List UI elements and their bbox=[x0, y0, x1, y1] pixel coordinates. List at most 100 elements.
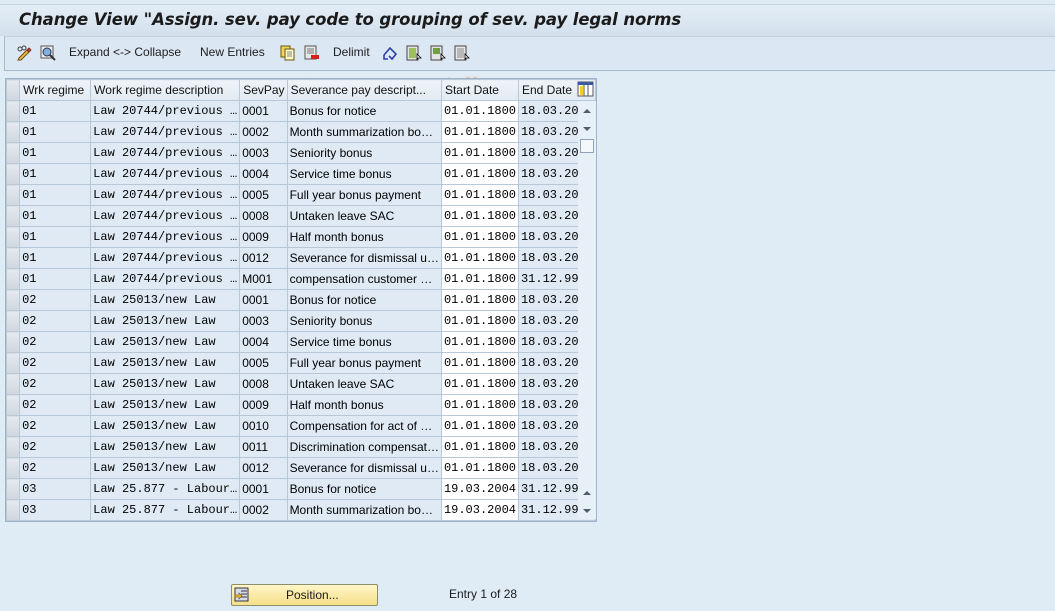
position-button-label: Position... bbox=[286, 588, 339, 602]
vertical-scrollbar[interactable] bbox=[578, 101, 596, 519]
cell-start-date[interactable]: 01.01.1800 bbox=[440, 331, 519, 353]
row-selector-button[interactable] bbox=[5, 331, 21, 353]
cell-start-date[interactable]: 01.01.1800 bbox=[440, 436, 519, 458]
cell-work-regime-description: Law 20744/previous … bbox=[90, 121, 241, 143]
table-row: 01 Law 20744/previous … 0003 Seniority bonu… bbox=[5, 142, 597, 164]
cell-start-date[interactable]: 01.01.1800 bbox=[440, 268, 519, 290]
cell-severance-pay-description: compensation customer … bbox=[286, 268, 442, 290]
row-selector-button[interactable] bbox=[5, 352, 21, 374]
select-all-rows-button[interactable] bbox=[5, 79, 21, 101]
scrollbar-thumb[interactable] bbox=[580, 139, 594, 153]
cell-wrk-regime: 01 bbox=[19, 142, 92, 164]
cell-wrk-regime: 02 bbox=[19, 331, 92, 353]
entry-counter: Entry 1 of 28 bbox=[449, 587, 518, 601]
cell-severance-pay-description: Service time bonus bbox=[286, 163, 442, 185]
cell-wrk-regime: 03 bbox=[19, 478, 92, 500]
row-selector-button[interactable] bbox=[5, 436, 21, 458]
details-magnifier-icon[interactable] bbox=[40, 45, 56, 61]
cell-start-date[interactable]: 01.01.1800 bbox=[440, 415, 519, 437]
cell-start-date[interactable]: 01.01.1800 bbox=[440, 142, 519, 164]
cell-sevpay: 0009 bbox=[239, 394, 288, 416]
select-all-icon[interactable] bbox=[406, 45, 422, 61]
cell-work-regime-description: Law 25.877 - Labour… bbox=[90, 478, 241, 500]
expand-collapse-button[interactable]: Expand <-> Collapse bbox=[69, 45, 181, 59]
column-header-wrk-regime[interactable]: Wrk regime bbox=[19, 79, 92, 101]
delete-icon[interactable] bbox=[304, 45, 320, 61]
cell-sevpay: 0004 bbox=[239, 163, 288, 185]
cell-work-regime-description: Law 20744/previous … bbox=[90, 142, 241, 164]
cell-wrk-regime: 01 bbox=[19, 121, 92, 143]
cell-wrk-regime: 01 bbox=[19, 268, 92, 290]
row-selector-button[interactable] bbox=[5, 163, 21, 185]
cell-work-regime-description: Law 20744/previous … bbox=[90, 100, 241, 122]
row-selector-button[interactable] bbox=[5, 457, 21, 479]
table-row: 03 Law 25.877 - Labour… 0002 Month summariz… bbox=[5, 499, 597, 521]
undo-change-icon[interactable] bbox=[382, 45, 398, 61]
cell-start-date[interactable]: 01.01.1800 bbox=[440, 289, 519, 311]
position-icon bbox=[234, 587, 249, 602]
row-selector-button[interactable] bbox=[5, 394, 21, 416]
cell-severance-pay-description: Bonus for notice bbox=[286, 289, 442, 311]
cell-wrk-regime: 01 bbox=[19, 184, 92, 206]
cell-start-date[interactable]: 01.01.1800 bbox=[440, 247, 519, 269]
position-button[interactable]: Position... bbox=[231, 584, 378, 606]
cell-start-date[interactable]: 01.01.1800 bbox=[440, 226, 519, 248]
table-row: 02 Law 25013/new Law 0009 Half month bonus 0… bbox=[5, 394, 597, 416]
cell-start-date[interactable]: 01.01.1800 bbox=[440, 394, 519, 416]
column-header-sevpay[interactable]: SevPay bbox=[239, 79, 288, 101]
row-selector-button[interactable] bbox=[5, 226, 21, 248]
cell-work-regime-description: Law 20744/previous … bbox=[90, 226, 241, 248]
scroll-down-icon[interactable] bbox=[579, 503, 595, 519]
cell-start-date[interactable]: 01.01.1800 bbox=[440, 352, 519, 374]
column-header-start-date[interactable]: Start Date bbox=[440, 79, 519, 101]
cell-start-date[interactable]: 19.03.2004 bbox=[440, 499, 519, 521]
row-selector-button[interactable] bbox=[5, 247, 21, 269]
row-selector-button[interactable] bbox=[5, 121, 21, 143]
deselect-all-icon[interactable] bbox=[454, 45, 470, 61]
display-change-icon[interactable] bbox=[16, 45, 32, 61]
cell-wrk-regime: 02 bbox=[19, 457, 92, 479]
cell-start-date[interactable]: 01.01.1800 bbox=[440, 121, 519, 143]
cell-start-date[interactable]: 19.03.2004 bbox=[440, 478, 519, 500]
row-selector-button[interactable] bbox=[5, 478, 21, 500]
row-selector-button[interactable] bbox=[5, 100, 21, 122]
cell-start-date[interactable]: 01.01.1800 bbox=[440, 373, 519, 395]
row-selector-button[interactable] bbox=[5, 205, 21, 227]
row-selector-button[interactable] bbox=[5, 289, 21, 311]
cell-start-date[interactable]: 01.01.1800 bbox=[440, 310, 519, 332]
row-selector-button[interactable] bbox=[5, 499, 21, 521]
cell-sevpay: 0003 bbox=[239, 310, 288, 332]
cell-work-regime-description: Law 25013/new Law bbox=[90, 373, 241, 395]
cell-wrk-regime: 01 bbox=[19, 100, 92, 122]
cell-work-regime-description: Law 20744/previous … bbox=[90, 163, 241, 185]
row-selector-button[interactable] bbox=[5, 142, 21, 164]
column-header-work-regime-description[interactable]: Work regime description bbox=[90, 79, 241, 101]
new-entries-button[interactable]: New Entries bbox=[200, 45, 265, 59]
copy-as-icon[interactable] bbox=[280, 45, 296, 61]
column-header-severance-pay-description[interactable]: Severance pay descript... bbox=[286, 79, 442, 101]
cell-sevpay: 0012 bbox=[239, 457, 288, 479]
scroll-up-icon[interactable] bbox=[579, 485, 595, 501]
cell-severance-pay-description: Bonus for notice bbox=[286, 478, 442, 500]
row-selector-button[interactable] bbox=[5, 310, 21, 332]
row-selector-button[interactable] bbox=[5, 268, 21, 290]
cell-start-date[interactable]: 01.01.1800 bbox=[440, 163, 519, 185]
delimit-button[interactable]: Delimit bbox=[333, 45, 370, 59]
scroll-down-top-icon[interactable] bbox=[579, 121, 595, 137]
cell-start-date[interactable]: 01.01.1800 bbox=[440, 457, 519, 479]
cell-severance-pay-description: Severance for dismissal u… bbox=[286, 457, 442, 479]
row-selector-button[interactable] bbox=[5, 373, 21, 395]
column-settings-icon[interactable] bbox=[577, 80, 595, 98]
table-row: 01 Law 20744/previous … 0005 Full year bonu… bbox=[5, 184, 597, 206]
row-selector-button[interactable] bbox=[5, 415, 21, 437]
select-block-icon[interactable] bbox=[430, 45, 446, 61]
row-selector-button[interactable] bbox=[5, 184, 21, 206]
cell-start-date[interactable]: 01.01.1800 bbox=[440, 100, 519, 122]
cell-sevpay: 0003 bbox=[239, 142, 288, 164]
cell-start-date[interactable]: 01.01.1800 bbox=[440, 205, 519, 227]
cell-severance-pay-description: Compensation for act of … bbox=[286, 415, 442, 437]
cell-work-regime-description: Law 25013/new Law bbox=[90, 415, 241, 437]
cell-start-date[interactable]: 01.01.1800 bbox=[440, 184, 519, 206]
cell-wrk-regime: 02 bbox=[19, 436, 92, 458]
scroll-up-top-icon[interactable] bbox=[579, 103, 595, 119]
